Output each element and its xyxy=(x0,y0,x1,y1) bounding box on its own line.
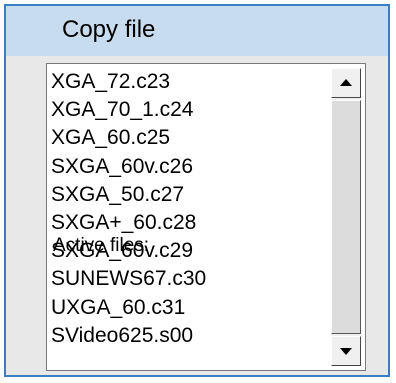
scroll-up-button[interactable] xyxy=(331,68,361,98)
copy-file-dialog: Copy file XGA_72.c23 XGA_70_1.c24 XGA_60… xyxy=(4,4,390,377)
file-listbox[interactable]: XGA_72.c23 XGA_70_1.c24 XGA_60.c25 SXGA_… xyxy=(46,63,366,371)
title-bar: Copy file xyxy=(6,6,388,56)
list-item[interactable]: SVideo625.s00 xyxy=(51,322,325,350)
arrow-down-icon xyxy=(340,348,352,355)
vertical-scrollbar[interactable] xyxy=(331,68,361,366)
list-item[interactable]: XGA_70_1.c24 xyxy=(51,96,325,124)
file-list: XGA_72.c23 XGA_70_1.c24 XGA_60.c25 SXGA_… xyxy=(51,68,325,366)
list-item[interactable]: SXGA+_60.c28 xyxy=(51,209,325,237)
scroll-down-button[interactable] xyxy=(331,336,361,366)
active-files-label: Active files: xyxy=(53,235,150,256)
list-item[interactable]: SUNEWS67.c30 xyxy=(51,265,325,293)
list-item[interactable]: SXGA_50.c27 xyxy=(51,181,325,209)
arrow-up-icon xyxy=(340,79,352,86)
list-item[interactable]: SXGA_60v.c26 xyxy=(51,153,325,181)
dialog-title: Copy file xyxy=(62,16,156,43)
list-item[interactable]: UXGA_60.c31 xyxy=(51,294,325,322)
scroll-thumb[interactable] xyxy=(331,100,361,334)
list-item[interactable]: XGA_72.c23 xyxy=(51,68,325,96)
list-item[interactable]: XGA_60.c25 xyxy=(51,124,325,152)
